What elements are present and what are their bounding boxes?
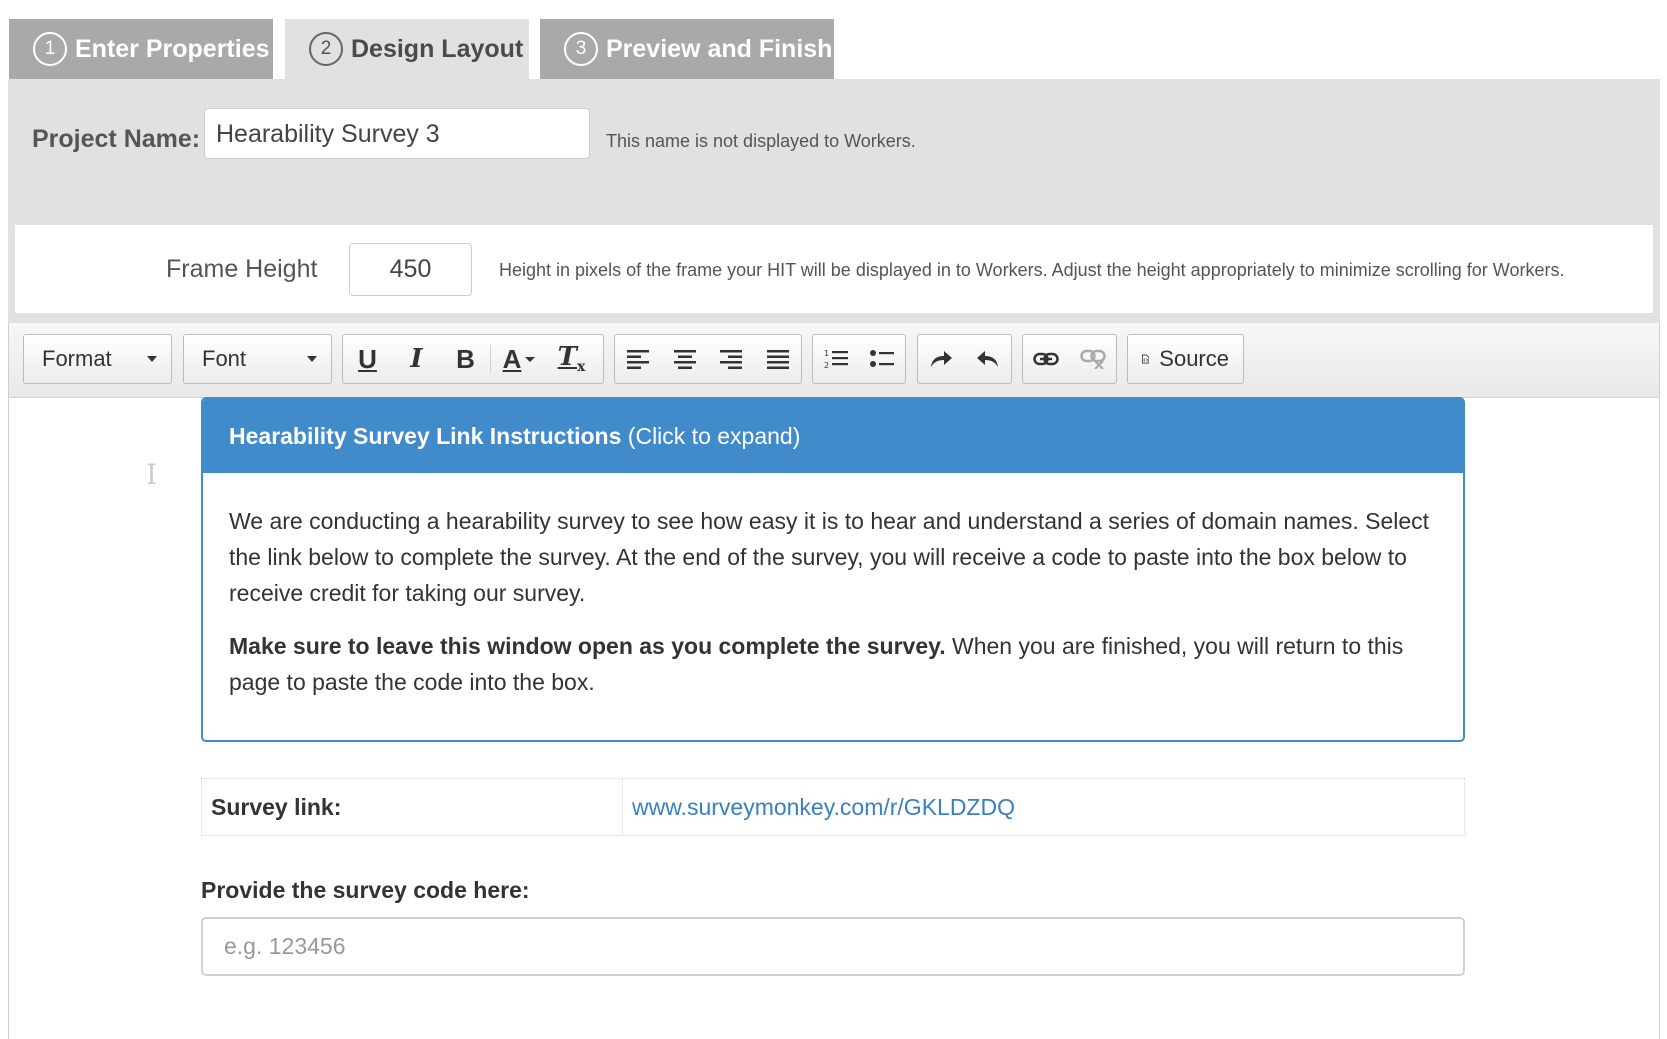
align-left-icon [627,350,650,369]
survey-link-table: Survey link: www.surveymonkey.com/r/GKLD… [201,778,1465,836]
instructions-emphasis: Make sure to leave this window open as y… [229,633,946,659]
bulleted-list-icon [870,350,894,367]
remove-format-icon: Tx [557,342,586,376]
undo-button[interactable] [965,335,1012,383]
align-right-button[interactable] [708,335,755,383]
justify-button[interactable] [755,335,802,383]
frame-height-hint: Height in pixels of the frame your HIT w… [499,260,1565,280]
source-button-label: Source [1159,346,1229,371]
instructions-paragraph: Make sure to leave this window open as y… [229,628,1437,700]
numbered-list-icon: 12 [824,349,848,370]
survey-link-label: Survey link: [202,779,623,835]
underline-button[interactable]: U [343,335,392,383]
underline-icon: U [358,343,377,374]
instructions-panel-body: We are conducting a hearability survey t… [203,473,1463,700]
instructions-panel: Hearability Survey Link Instructions (Cl… [201,397,1465,742]
chevron-down-icon [525,356,536,362]
tab-label: Preview and Finish [606,34,833,63]
frame-height-input[interactable]: 450 [349,243,472,296]
tab-design-layout[interactable]: 2 Design Layout [285,19,529,79]
step-number-badge: 1 [33,32,67,66]
text-cursor-icon: I [146,458,158,491]
font-dropdown[interactable]: Font [183,334,332,384]
text-style-group: U I B A Tx [342,334,604,384]
remove-format-button[interactable]: Tx [547,335,596,383]
align-right-icon [720,350,743,369]
text-color-icon: A [502,343,522,374]
bold-button[interactable]: B [441,335,490,383]
project-name-hint: This name is not displayed to Workers. [606,131,916,151]
justify-icon [766,350,789,369]
link-icon [1033,352,1059,366]
frame-height-label: Frame Height [166,255,318,283]
history-group [917,334,1012,384]
survey-code-label: Provide the survey code here: [201,877,530,903]
instructions-paragraph: We are conducting a hearability survey t… [229,508,1430,606]
tab-preview-and-finish[interactable]: 3 Preview and Finish [540,19,834,79]
source-icon [1142,354,1150,364]
project-name-input[interactable]: Hearability Survey 3 [204,108,590,159]
list-group: 12 [812,334,906,384]
redo-button[interactable] [918,335,965,383]
unlink-icon [1080,349,1106,369]
svg-text:1: 1 [824,349,829,358]
format-dropdown[interactable]: Format [23,334,172,384]
align-left-button[interactable] [615,335,662,383]
svg-text:2: 2 [824,361,829,370]
font-dropdown-label: Font [202,346,247,371]
panel-title: Hearability Survey Link Instructions [229,423,622,449]
survey-link[interactable]: www.surveymonkey.com/r/GKLDZDQ [623,779,1024,835]
bulleted-list-button[interactable] [859,335,905,383]
text-color-button[interactable]: A [491,335,547,383]
survey-code-input[interactable]: e.g. 123456 [201,917,1465,976]
format-dropdown-label: Format [42,346,112,371]
alignment-group [614,334,802,384]
undo-icon [976,351,998,367]
link-group [1022,334,1117,384]
bold-icon: B [456,343,475,374]
redo-icon [931,351,953,367]
frame-height-row: Frame Height 450 Height in pixels of the… [15,225,1653,313]
chevron-down-icon [147,356,157,362]
italic-button[interactable]: I [392,335,441,383]
source-button[interactable]: Source [1127,334,1244,384]
panel-title-hint: (Click to expand) [621,423,801,449]
italic-icon: I [410,344,423,374]
chevron-down-icon [307,356,317,362]
project-name-label: Project Name: [32,125,201,153]
step-number-badge: 3 [564,32,598,66]
step-number-badge: 2 [309,32,343,66]
tab-label: Design Layout [351,34,524,63]
link-button[interactable] [1023,335,1070,383]
align-center-icon [673,350,696,369]
tab-label: Enter Properties [75,34,270,63]
unlink-button[interactable] [1070,335,1117,383]
align-center-button[interactable] [662,335,709,383]
numbered-list-button[interactable]: 12 [813,335,859,383]
tab-enter-properties[interactable]: 1 Enter Properties [9,19,273,79]
editor-toolbar: Format Font U I B A Tx 1 2 Source [9,323,1659,398]
instructions-panel-heading[interactable]: Hearability Survey Link Instructions (Cl… [203,399,1463,473]
